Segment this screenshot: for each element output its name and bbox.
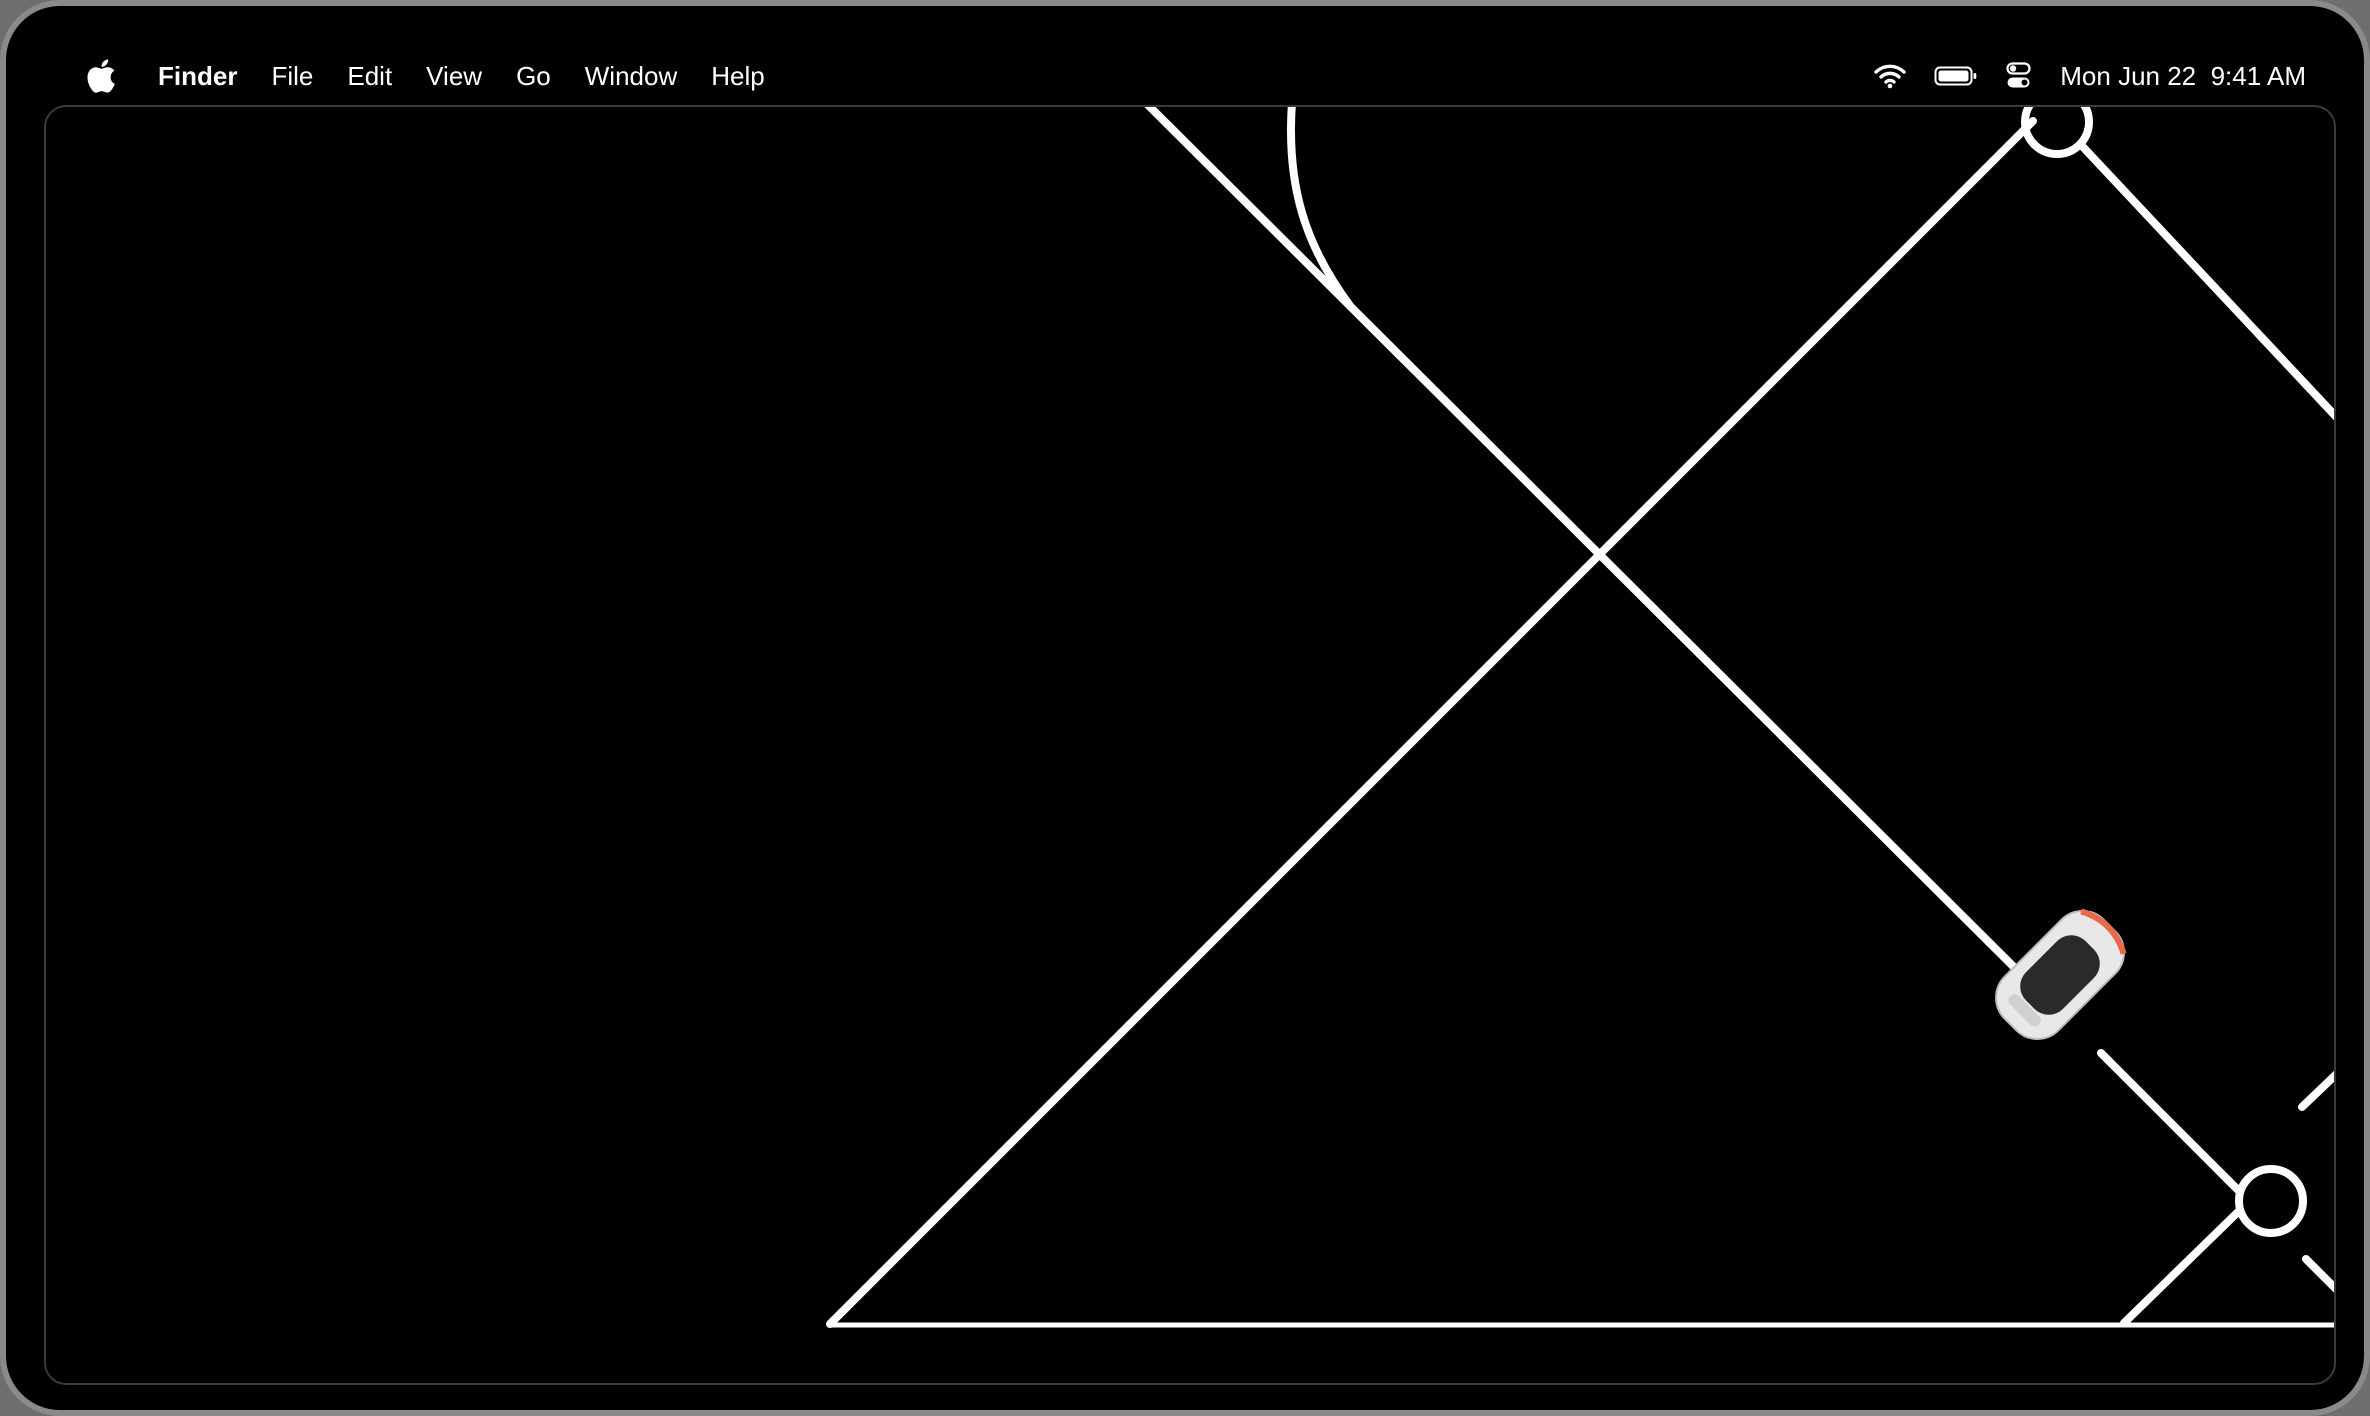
road-diagonal-end [2302,1255,2334,1293]
clock-date: Mon Jun 22 [2060,61,2197,91]
menu-window[interactable]: Window [585,58,677,94]
apple-logo-icon[interactable] [86,59,116,93]
road-lower-right-b [2120,1207,2243,1327]
menu-help[interactable]: Help [711,58,764,94]
map-canvas [826,107,2334,1328]
road-diagonal-rising [826,117,2037,1328]
road-upper-right [2079,143,2334,421]
menu-view[interactable]: View [426,58,482,94]
menu-finder[interactable]: Finder [158,58,237,94]
roundabout-top [2021,107,2093,158]
clock-time: 9:41 AM [2210,61,2306,91]
road-lower-right-a [2298,1070,2334,1111]
control-center-icon[interactable] [2006,62,2032,90]
menu-bar: Finder File Edit View Go Window Help Mon… [6,6,2364,106]
wifi-icon[interactable] [1874,63,1906,89]
device-frame: Finder File Edit View Go Window Help Mon… [0,0,2370,1416]
car-sprite [1995,908,2127,1040]
roundabout-bottom [2235,1165,2307,1237]
menu-go[interactable]: Go [516,58,551,94]
menu-bar-clock[interactable]: Mon Jun 22 9:41 AM [2060,58,2306,94]
menu-file[interactable]: File [271,58,313,94]
road-diagonal-lower [2097,1049,2243,1195]
battery-icon[interactable] [1934,65,1978,87]
menu-edit[interactable]: Edit [347,58,392,94]
game-viewport[interactable] [44,105,2336,1385]
